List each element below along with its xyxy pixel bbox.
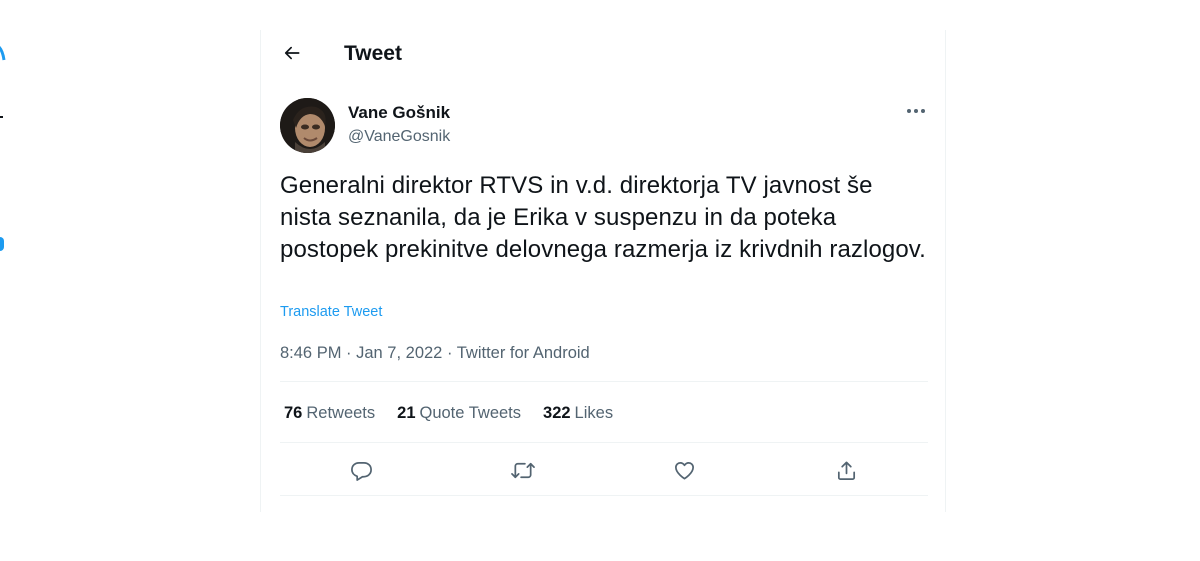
sidebar-home-icon[interactable] bbox=[0, 110, 6, 124]
avatar[interactable] bbox=[280, 98, 335, 153]
author-handle[interactable]: @VaneGosnik bbox=[348, 127, 450, 147]
tweet-detail-column: Tweet Vane Gošnik @VaneGosnik Generalni … bbox=[260, 30, 946, 512]
page-header: Tweet bbox=[261, 30, 945, 78]
tweet-page: Tweet Vane Gošnik @VaneGosnik Generalni … bbox=[0, 0, 1200, 561]
tweet-text: Generalni direktor RTVS in v.d. direktor… bbox=[280, 172, 926, 263]
tweet-actions bbox=[261, 456, 945, 484]
sidebar-active-icon[interactable] bbox=[0, 236, 6, 254]
tweet-time[interactable]: 8:46 PM bbox=[280, 344, 341, 362]
divider bbox=[280, 495, 928, 496]
meta-separator: · bbox=[442, 344, 457, 362]
share-button[interactable] bbox=[832, 456, 860, 484]
tweet-stats: 76 Retweets 21 Quote Tweets 322 Likes bbox=[284, 403, 613, 423]
retweets-stat[interactable]: 76 Retweets bbox=[284, 403, 375, 423]
like-button[interactable] bbox=[670, 456, 698, 484]
quote-tweets-label: Quote Tweets bbox=[419, 404, 522, 422]
author-display-name[interactable]: Vane Gošnik bbox=[348, 103, 450, 123]
retweets-count: 76 bbox=[284, 404, 303, 422]
likes-label: Likes bbox=[574, 404, 614, 422]
translate-tweet-link[interactable]: Translate Tweet bbox=[280, 304, 382, 320]
sidebar-messages-icon[interactable] bbox=[0, 314, 6, 330]
divider bbox=[280, 381, 928, 382]
reply-button[interactable] bbox=[347, 456, 375, 484]
back-button[interactable] bbox=[279, 40, 305, 66]
likes-stat[interactable]: 322 Likes bbox=[543, 403, 613, 423]
heart-icon bbox=[674, 461, 694, 480]
tweet-date[interactable]: Jan 7, 2022 bbox=[356, 344, 442, 362]
likes-count: 322 bbox=[543, 404, 571, 422]
more-options-button[interactable] bbox=[901, 100, 931, 122]
meta-separator: · bbox=[341, 344, 357, 362]
share-icon bbox=[837, 460, 855, 480]
retweet-icon bbox=[511, 462, 535, 478]
reply-icon bbox=[350, 461, 372, 481]
retweets-label: Retweets bbox=[306, 404, 376, 422]
retweet-button[interactable] bbox=[509, 456, 537, 484]
tweet-source[interactable]: Twitter for Android bbox=[457, 344, 590, 362]
quote-tweets-stat[interactable]: 21 Quote Tweets bbox=[397, 403, 521, 423]
sidebar-profile-icon[interactable] bbox=[0, 447, 6, 465]
page-title: Tweet bbox=[344, 42, 402, 65]
quote-tweets-count: 21 bbox=[397, 404, 416, 422]
more-horizontal-icon bbox=[907, 109, 925, 113]
divider bbox=[280, 442, 928, 443]
arrow-left-icon bbox=[284, 46, 300, 60]
sidebar-twitter-logo-icon[interactable] bbox=[0, 40, 6, 64]
tweet-meta: 8:46 PM · Jan 7, 2022 · Twitter for Andr… bbox=[280, 343, 590, 363]
